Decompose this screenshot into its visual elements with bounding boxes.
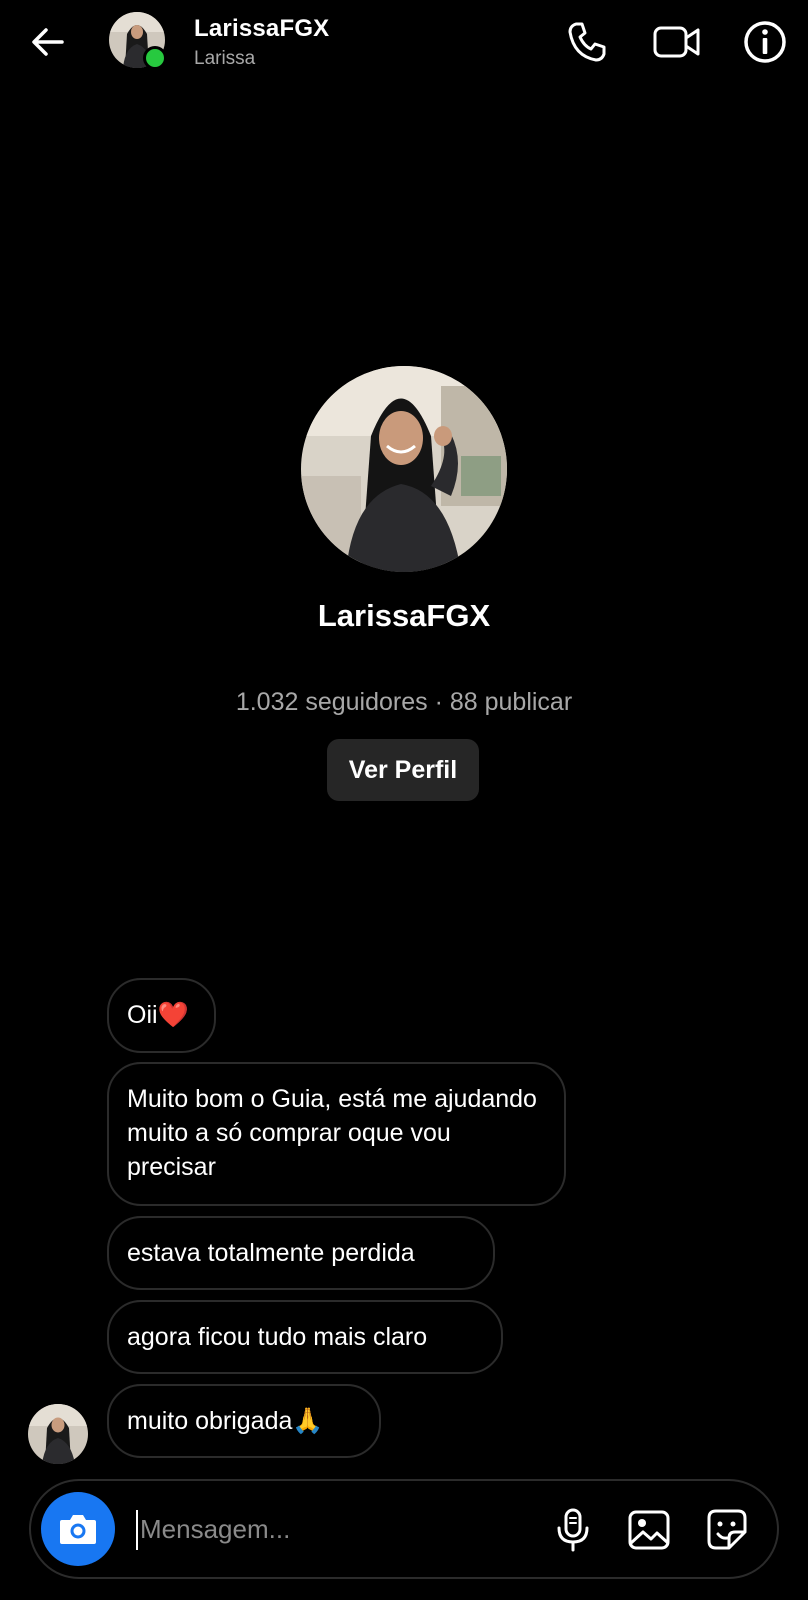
phone-icon [568, 22, 606, 62]
video-call-button[interactable] [652, 18, 700, 66]
header-avatar[interactable] [109, 12, 167, 70]
voice-message-button[interactable] [549, 1506, 597, 1554]
message-text: muito obrigada [127, 1407, 293, 1435]
message-text: estava totalmente perdida [127, 1239, 415, 1267]
gallery-button[interactable] [625, 1506, 673, 1554]
view-profile-button[interactable]: Ver Perfil [327, 739, 479, 801]
chat-username[interactable]: LarissaFGX [194, 15, 329, 43]
profile-picture[interactable] [301, 366, 507, 572]
image-icon [628, 1510, 670, 1550]
heart-emoji: ❤️ [157, 1001, 189, 1029]
sender-avatar[interactable] [28, 1404, 88, 1464]
message-bubble[interactable]: muito obrigada🙏 [107, 1384, 381, 1458]
camera-icon [60, 1515, 96, 1544]
profile-name: LarissaFGX [317, 598, 491, 633]
sticker-button[interactable] [703, 1506, 751, 1554]
back-button[interactable] [28, 22, 68, 62]
message-bubble[interactable]: estava totalmente perdida [107, 1216, 495, 1290]
message-text: Oii [127, 1001, 158, 1029]
info-button[interactable] [741, 18, 789, 66]
message-text: agora ficou tudo mais claro [127, 1323, 428, 1351]
camera-button[interactable] [41, 1492, 115, 1566]
sticker-icon [707, 1509, 747, 1550]
back-arrow-icon [32, 28, 64, 56]
message-input[interactable] [136, 1504, 540, 1554]
profile-stats: 1.032 seguidores · 88 publicar [235, 688, 573, 716]
message-bubble[interactable]: Muito bom o Guia, está me ajudando muito… [107, 1062, 566, 1206]
microphone-icon [557, 1508, 589, 1552]
message-text: Muito bom o Guia, está me ajudando muito… [127, 1085, 537, 1181]
online-status-dot [143, 46, 167, 70]
pray-emoji: 🙏 [292, 1407, 324, 1435]
message-bubble[interactable]: Oii❤️ [107, 978, 216, 1053]
message-bubble[interactable]: agora ficou tudo mais claro [107, 1300, 503, 1374]
call-button[interactable] [562, 18, 610, 66]
video-camera-icon [653, 26, 700, 58]
info-icon [744, 21, 786, 63]
chat-display-name: Larissa [194, 48, 256, 69]
